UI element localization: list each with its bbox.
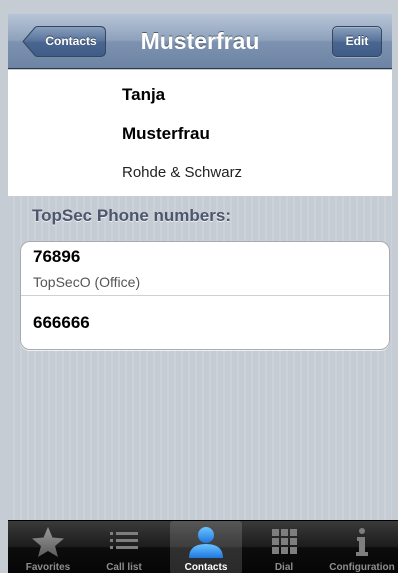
phone-number: 76896 <box>33 247 81 266</box>
tab-dial[interactable]: Dial <box>248 521 320 573</box>
numbers-area: TopSec Phone numbers: 76896 TopSecO (Off… <box>8 196 392 520</box>
phone-number-row[interactable]: 666666 <box>21 296 389 349</box>
contact-first-name: Tanja <box>122 85 166 104</box>
phone-number-group: 76896 TopSecO (Office) 666666 <box>20 241 390 350</box>
contact-header: Tanja Musterfrau Rohde & Schwarz <box>8 70 392 196</box>
phone-number-label: TopSecO (Office) <box>33 274 141 290</box>
keypad-icon <box>272 529 297 554</box>
edit-button[interactable]: Edit <box>332 26 382 57</box>
tab-contacts[interactable]: Contacts <box>170 521 242 573</box>
back-button[interactable]: Contacts <box>22 26 106 57</box>
info-icon <box>356 528 368 556</box>
navigation-bar: Contacts Musterfrau Edit <box>8 14 392 69</box>
tab-bar: Favorites Call list Contacts Dial Config… <box>8 520 398 573</box>
list-icon <box>110 532 138 549</box>
tab-call-list[interactable]: Call list <box>88 521 160 573</box>
phone-number-row[interactable]: 76896 TopSecO (Office) <box>21 242 389 296</box>
back-button-label: Contacts <box>45 34 97 48</box>
tab-label: Call list <box>106 562 142 573</box>
tab-label: Configuration <box>329 562 395 573</box>
star-icon <box>32 527 64 557</box>
section-title: TopSec Phone numbers: <box>32 206 231 225</box>
page-title: Musterfrau <box>140 28 260 54</box>
tab-configuration[interactable]: Configuration <box>326 521 398 573</box>
contact-company: Rohde & Schwarz <box>122 164 243 181</box>
phone-number: 666666 <box>33 313 90 332</box>
contact-last-name: Musterfrau <box>122 124 210 143</box>
tab-favorites[interactable]: Favorites <box>12 521 84 573</box>
person-icon <box>189 527 223 558</box>
